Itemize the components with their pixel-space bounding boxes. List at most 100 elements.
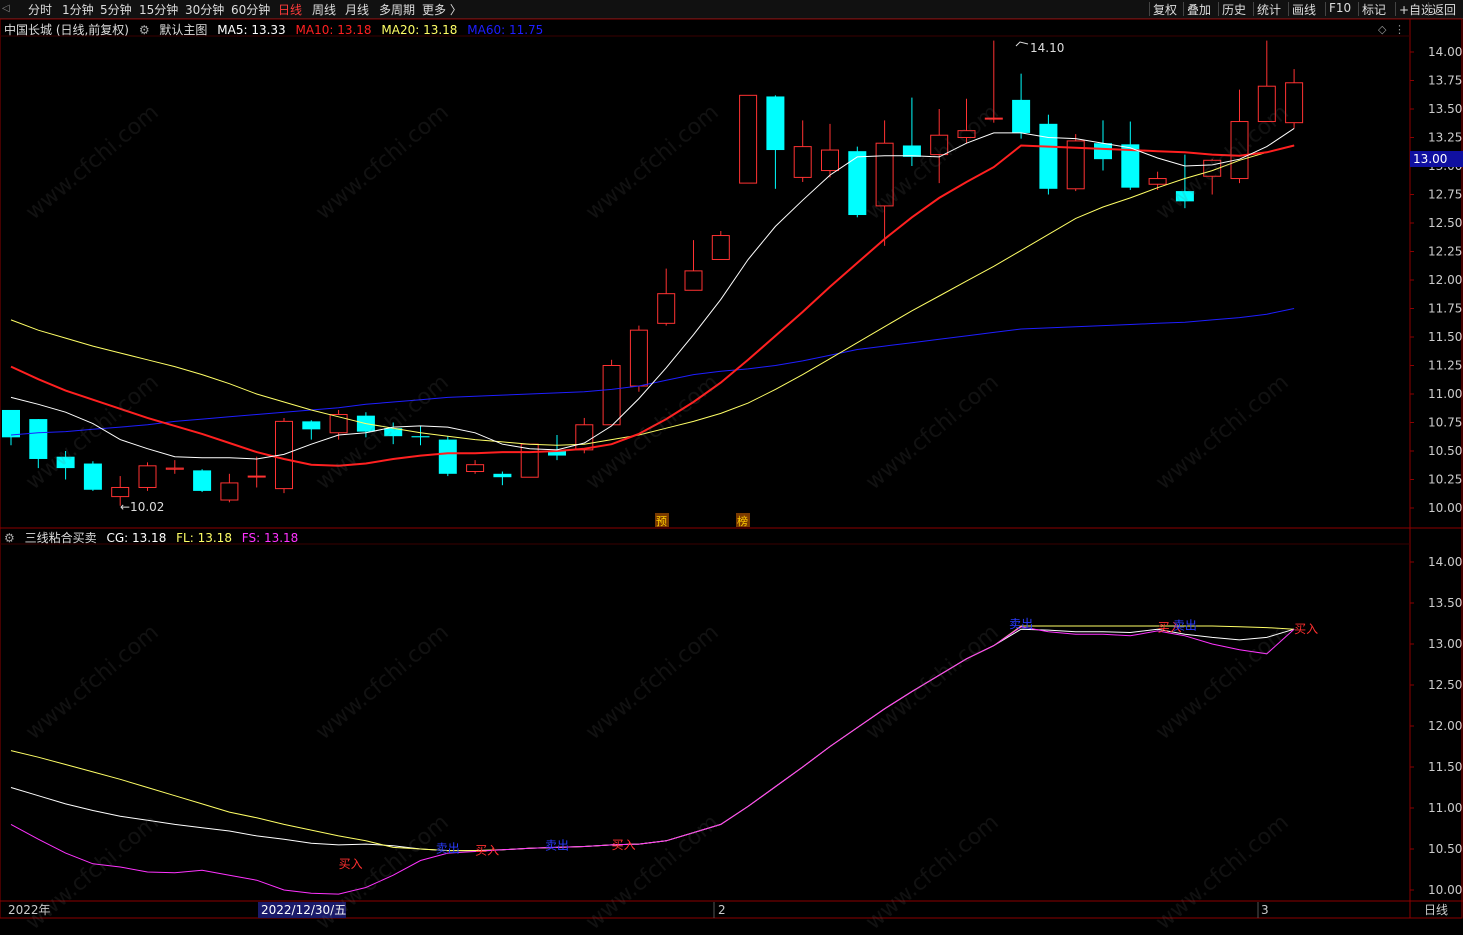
candle-body-up	[957, 130, 976, 139]
main-y-tick-label: 10.50	[1428, 444, 1462, 458]
sell-signal-label: 卖出	[545, 838, 569, 852]
diamond-icon: ◇	[1378, 23, 1387, 36]
candle-body-up	[875, 142, 894, 207]
series-fl-line	[10, 625, 1295, 852]
chart-canvas: 14.00 13.75 13.50 13.25 13.00 12.75 12.50 12.25…	[0, 18, 1463, 919]
main-y-tick-label: 11.00	[1428, 387, 1462, 401]
candle-body-down	[411, 436, 430, 438]
indicator-settings-icon[interactable]: ⚙	[4, 531, 15, 545]
candle-body-up	[684, 270, 703, 291]
high-price-label: 14.10	[1030, 41, 1064, 55]
main-y-tick-label: 12.75	[1428, 188, 1462, 202]
ma10-label: MA10: 13.18	[295, 23, 372, 37]
ma60-label: MA60: 11.75	[467, 23, 544, 37]
candle-body-up	[247, 475, 266, 478]
main-y-tick-label: 13.75	[1428, 74, 1462, 88]
candle-body-up	[220, 482, 239, 501]
main-y-tick-label: 10.25	[1428, 473, 1462, 487]
sub-indicator-legend: ⚙ 三线粘合买卖 CG: 13.18 FL: 13.18 FS: 13.18	[4, 529, 304, 546]
cg-label: CG: 13.18	[106, 531, 167, 545]
buy-signal-label: 买入	[612, 838, 636, 852]
x-axis-label: 3	[1261, 903, 1269, 917]
candle-body-up	[793, 146, 812, 178]
candle-body-up	[629, 329, 648, 387]
ma10-line	[10, 144, 1295, 467]
buy-signal-label: 买入	[339, 857, 363, 871]
main-y-tick-label: 11.75	[1428, 302, 1462, 316]
sub-y-tick-label: 14.00	[1428, 555, 1462, 569]
main-y-tick-label: 13.25	[1428, 131, 1462, 145]
sell-signal-label: 卖出	[1009, 617, 1033, 631]
sub-y-tick-label: 11.00	[1428, 801, 1462, 815]
main-indicator-legend: 中国长城 (日线,前复权) ⚙ 默认主图 MA5: 13.33 MA10: 13…	[4, 21, 549, 38]
sub-y-tick-label: 10.50	[1428, 842, 1462, 856]
candle-body-up	[1257, 85, 1276, 123]
candle-body-up	[930, 134, 949, 156]
event-marker: 榜	[737, 514, 748, 528]
candle-body-up	[1148, 178, 1167, 185]
candle-body-up	[138, 465, 157, 488]
main-y-tick-label: 11.25	[1428, 359, 1462, 373]
main-y-tick-label: 13.50	[1428, 102, 1462, 116]
candle-body-down	[766, 96, 785, 151]
candle-body-down	[302, 421, 321, 430]
buy-signal-label: 买入	[1294, 622, 1318, 636]
candle-body-down	[2, 409, 20, 438]
ma20-label: MA20: 13.18	[381, 23, 458, 37]
sell-signal-label: 卖出	[436, 842, 460, 856]
sub-y-tick-label: 12.00	[1428, 719, 1462, 733]
ma5-label: MA5: 13.33	[217, 23, 286, 37]
x-axis-label: 2022年	[8, 903, 51, 917]
fs-label: FS: 13.18	[241, 531, 299, 545]
main-y-tick-label: 14.00	[1428, 45, 1462, 59]
cursor-date-label: 2022/12/30/五	[261, 903, 346, 917]
candle-body-up	[602, 365, 621, 426]
candle-body-down	[902, 145, 921, 157]
template-label[interactable]: 默认主图	[159, 23, 207, 37]
candle-body-up	[575, 424, 594, 451]
candle-body-up	[466, 464, 485, 473]
candle-body-up	[111, 486, 130, 498]
main-y-tick-label: 12.50	[1428, 216, 1462, 230]
expand-icon: ⋮	[1394, 23, 1405, 36]
period-indicator-label: 日线	[1424, 903, 1448, 917]
candle-body-up	[711, 235, 730, 260]
x-axis-label: 2	[718, 903, 726, 917]
candle-body-up	[657, 293, 676, 324]
candle-body-down	[83, 463, 102, 490]
candle-body-down	[1012, 99, 1031, 133]
ma60-line	[10, 308, 1295, 436]
low-price-label: ←10.02	[120, 500, 164, 514]
candle-body-down	[193, 470, 212, 491]
candle-body-up	[984, 117, 1003, 120]
sub-y-tick-label: 10.00	[1428, 883, 1462, 897]
sub-y-tick-label: 11.50	[1428, 760, 1462, 774]
fl-label: FL: 13.18	[176, 531, 232, 545]
candle-body-down	[29, 419, 48, 459]
main-y-tick-label: 10.00	[1428, 501, 1462, 515]
sub-y-tick-label: 13.50	[1428, 596, 1462, 610]
candle-body-up	[739, 94, 758, 184]
high-price-marker	[1015, 41, 1029, 47]
series-fs-line	[10, 626, 1295, 895]
series-cg-line	[10, 628, 1295, 852]
candle-body-down	[1094, 143, 1112, 160]
main-y-tick-label: 12.00	[1428, 273, 1462, 287]
candle-body-down	[493, 473, 512, 478]
stock-title: 中国长城 (日线,前复权)	[4, 23, 129, 37]
candle-body-up	[821, 149, 839, 172]
indicator-name[interactable]: 三线粘合买卖	[25, 531, 97, 545]
candle-body-down	[438, 439, 457, 474]
ma5-line	[10, 127, 1295, 460]
main-y-tick-label: 11.50	[1428, 330, 1462, 344]
ma20-line	[10, 145, 1295, 446]
settings-icon[interactable]: ⚙	[139, 23, 150, 37]
event-marker: 预	[656, 515, 667, 528]
main-y-tick-label: 10.75	[1428, 416, 1462, 430]
sell-signal-label: 卖出	[1173, 619, 1197, 633]
candle-body-down	[1039, 123, 1058, 189]
candle-body-down	[56, 456, 75, 469]
current-price-label: 13.00	[1413, 152, 1447, 166]
candle-body-up	[1285, 82, 1304, 124]
buy-signal-label: 买入	[475, 844, 499, 858]
